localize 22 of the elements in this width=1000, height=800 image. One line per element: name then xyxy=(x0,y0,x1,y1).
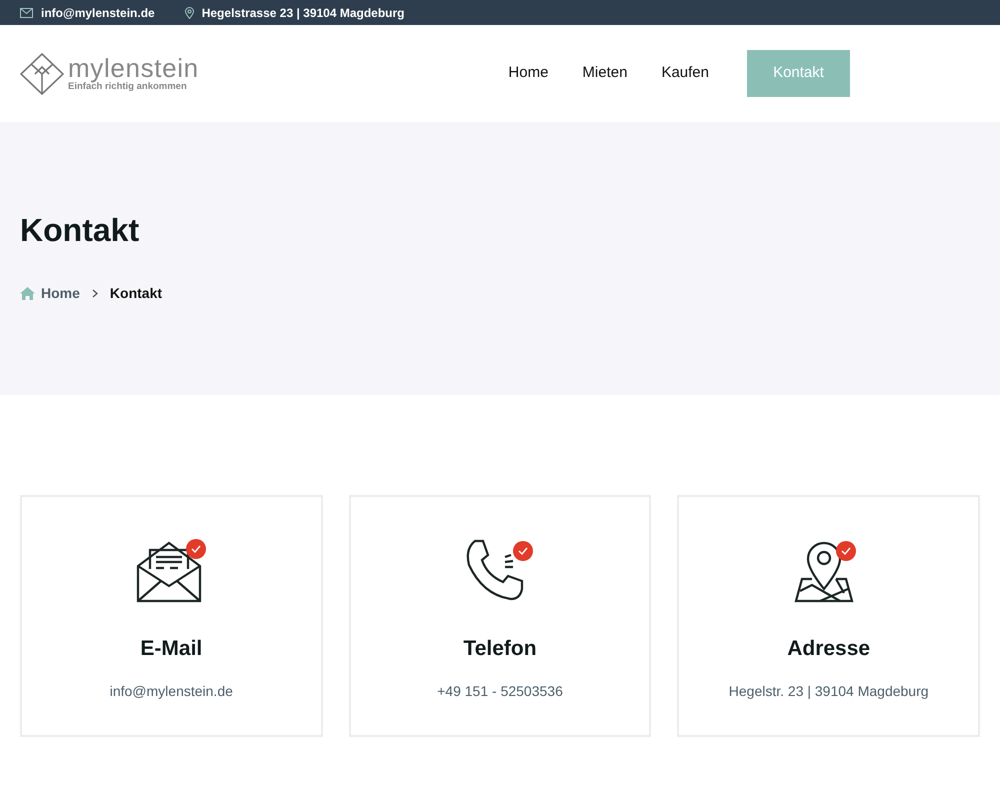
logo-icon xyxy=(20,52,64,94)
logo-wordmark: mylenstein xyxy=(68,55,199,82)
nav-link[interactable]: Mieten xyxy=(565,62,644,85)
card-title: Adresse xyxy=(787,636,870,662)
nav-link[interactable]: Kaufen xyxy=(644,62,726,85)
envelope-icon xyxy=(20,8,33,18)
top-bar-address: Hegelstrasse 23 | 39104 Magdeburg xyxy=(202,4,405,22)
card-text[interactable]: +49 151 - 52503536 xyxy=(437,680,563,702)
location-pin-icon xyxy=(184,6,194,18)
envelope-check-icon xyxy=(134,539,208,605)
home-icon xyxy=(20,287,35,300)
card-text: Hegelstr. 23 | 39104 Magdeburg xyxy=(728,682,929,701)
card-title: Telefon xyxy=(463,636,537,662)
page-title: Kontakt xyxy=(20,214,140,246)
card-text[interactable]: info@mylenstein.de xyxy=(110,680,233,702)
breadcrumb-link[interactable]: Home xyxy=(41,283,80,304)
card-title: E-Mail xyxy=(140,636,202,662)
top-bar-email[interactable]: info@mylenstein.de xyxy=(41,4,155,22)
nav-link[interactable]: Home xyxy=(491,62,566,85)
logo-tagline: Einfach richtig ankommen xyxy=(68,82,187,92)
chevron-right-icon xyxy=(92,289,98,298)
breadcrumb-current: Kontakt xyxy=(110,284,162,303)
